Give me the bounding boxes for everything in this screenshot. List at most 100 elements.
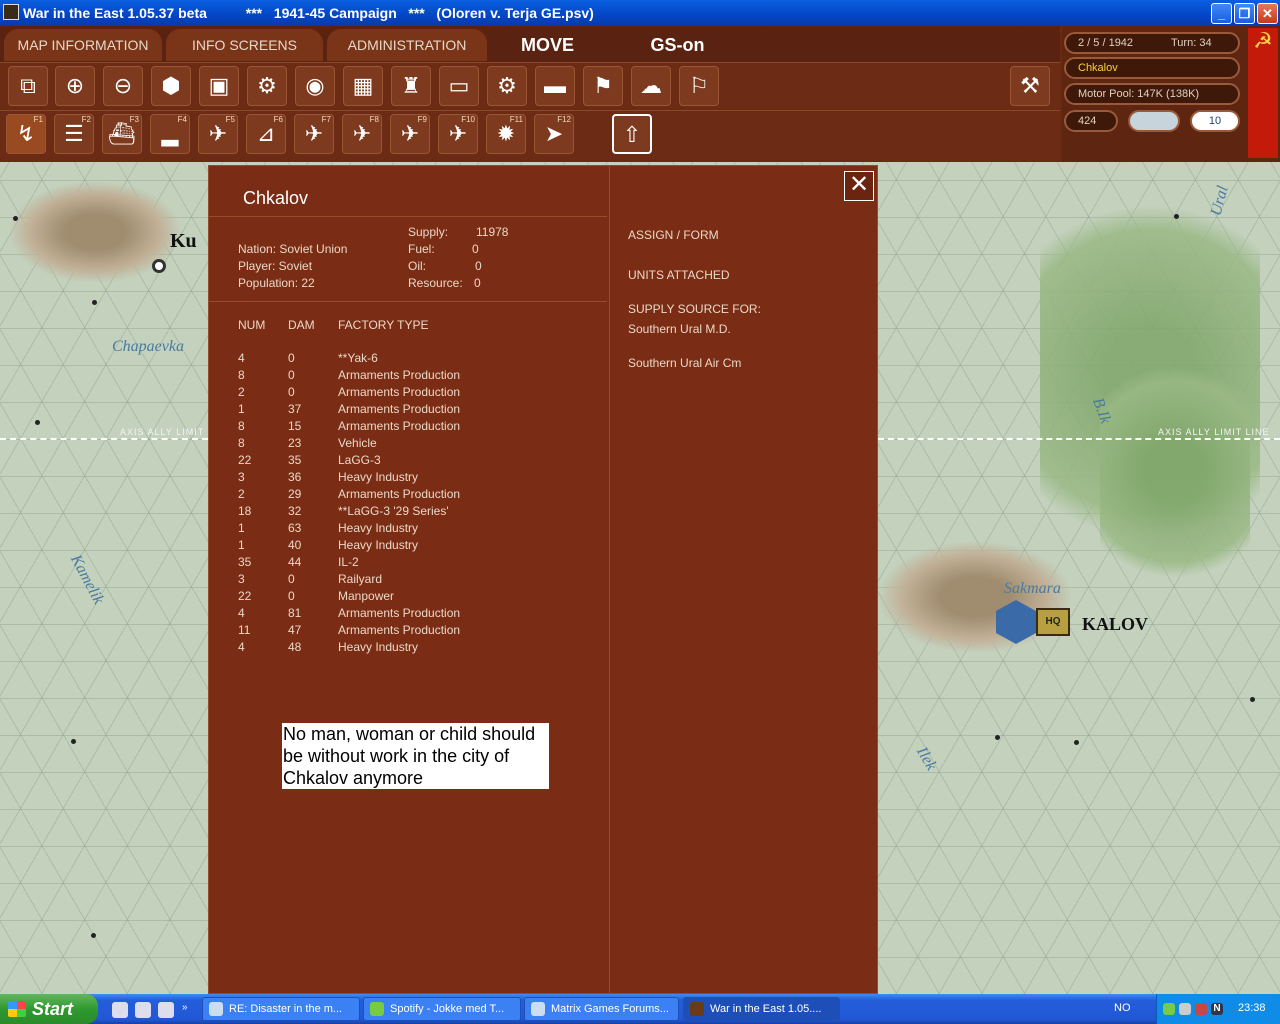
tank-icon[interactable]: ▬: [535, 66, 575, 106]
settings-icon[interactable]: ⚙: [487, 66, 527, 106]
hq-unit-counter[interactable]: HQ: [1036, 608, 1070, 636]
taskbar-item[interactable]: Spotify - Jokke med T...: [363, 997, 521, 1021]
attack-icon[interactable]: ✹ F11: [486, 114, 526, 154]
start-label: Start: [32, 999, 74, 1019]
ie-icon[interactable]: [135, 1002, 151, 1018]
factory-num: 8: [238, 368, 245, 382]
factory-dam: 15: [288, 419, 302, 433]
tab-info-screens[interactable]: INFO SCREENS: [166, 29, 323, 61]
weather-display: [1128, 110, 1180, 132]
forest-terrain: [1100, 342, 1250, 602]
weather-icon[interactable]: ☁: [631, 66, 671, 106]
shape-icon[interactable]: ◉: [295, 66, 335, 106]
paradrop-icon[interactable]: ✈ F9: [390, 114, 430, 154]
assign-form-link[interactable]: ASSIGN / FORM: [628, 228, 719, 242]
supply-target-item[interactable]: Southern Ural Air Cm: [628, 356, 741, 370]
factory-type: **Yak-6: [338, 351, 378, 365]
town-marker: [1174, 214, 1179, 219]
upload-icon[interactable]: ⇧: [612, 114, 652, 154]
tray-icon[interactable]: [1195, 1003, 1207, 1015]
factory-type: Railyard: [338, 572, 383, 586]
factory-type: Armaments Production: [338, 385, 461, 399]
factory-num: 4: [238, 351, 245, 365]
city-marker-kuibyshev[interactable]: [152, 259, 166, 273]
taskbar: Start » RE: Disaster in the m... Spotify…: [0, 994, 1280, 1024]
overlay-icon[interactable]: ⧉: [8, 66, 48, 106]
ship-icon[interactable]: ▂ F4: [150, 114, 190, 154]
factory-num: 22: [238, 453, 252, 467]
factory-type: LaGG-3: [338, 453, 381, 467]
factory-dam: 81: [288, 606, 302, 620]
map-label-kamelik: Kamelik: [66, 552, 108, 608]
town-marker: [995, 735, 1000, 740]
caption-note: No man, woman or child should be without…: [282, 723, 549, 789]
nation-text: Nation: Soviet Union: [238, 242, 348, 256]
supply-target-item[interactable]: Southern Ural M.D.: [628, 322, 731, 336]
maximize-button[interactable]: ❐: [1234, 3, 1255, 24]
table-row: 22 0 Manpower: [209, 589, 607, 606]
soviet-flag-icon: ☭: [1248, 28, 1278, 158]
unit-icon[interactable]: ▣: [199, 66, 239, 106]
table-row: 8 0 Armaments Production: [209, 368, 607, 385]
units-attached-link[interactable]: UNITS ATTACHED: [628, 268, 730, 282]
map-label-sakmara: Sakmara: [1004, 580, 1061, 597]
artillery-icon[interactable]: ⊿ F6: [246, 114, 286, 154]
flag-arrow-icon[interactable]: ⚑: [583, 66, 623, 106]
crossed-axes-icon[interactable]: ⚒: [1010, 66, 1050, 106]
start-button[interactable]: Start: [0, 994, 98, 1024]
hex-icon[interactable]: ⬢: [151, 66, 191, 106]
factory-icon[interactable]: ♜: [391, 66, 431, 106]
town-marker: [13, 216, 18, 221]
flag-icon[interactable]: ⚐: [679, 66, 719, 106]
air-strike-icon[interactable]: ✈ F7: [294, 114, 334, 154]
factory-num: 11: [238, 623, 251, 637]
factory-dam: 0: [288, 385, 295, 399]
move-mode-icon[interactable]: ↯ F1: [6, 114, 46, 154]
air-recon-icon[interactable]: ✈ F5: [198, 114, 238, 154]
rectangle-icon[interactable]: ▭: [439, 66, 479, 106]
spotify-tray-icon[interactable]: [1163, 1003, 1175, 1015]
tab-administration[interactable]: ADMINISTRATION: [327, 29, 487, 61]
task-label: War in the East 1.05....: [710, 1003, 822, 1015]
weather-value: 10: [1190, 110, 1240, 132]
naval-icon[interactable]: ⛴ F3: [102, 114, 142, 154]
factory-num: 2: [238, 487, 245, 501]
tray-icon[interactable]: [1179, 1003, 1191, 1015]
limit-line-label: AXIS ALLY LIMIT LINE: [1158, 427, 1270, 437]
table-row: 22 35 LaGG-3: [209, 453, 607, 470]
quick-launch-icon[interactable]: [158, 1002, 174, 1018]
gear-icon[interactable]: ⚙: [247, 66, 287, 106]
bomb-city-icon[interactable]: ✈ F8: [342, 114, 382, 154]
taskbar-item[interactable]: Matrix Games Forums...: [524, 997, 679, 1021]
quick-launch-icon[interactable]: [112, 1002, 128, 1018]
city-label-chkalov: KALOV: [1082, 614, 1149, 634]
task-label: Spotify - Jokke med T...: [390, 1003, 505, 1015]
next-unit-icon[interactable]: ➤ F12: [534, 114, 574, 154]
minimize-button[interactable]: _: [1211, 3, 1232, 24]
factory-dam: 63: [288, 521, 302, 535]
chart-icon[interactable]: ▦: [343, 66, 383, 106]
tab-map-information[interactable]: MAP INFORMATION: [4, 29, 162, 61]
zoom-out-icon[interactable]: ⊖: [103, 66, 143, 106]
close-dialog-button[interactable]: ✕: [844, 171, 874, 201]
resource-label: Resource:: [408, 276, 463, 290]
zoom-in-icon[interactable]: ⊕: [55, 66, 95, 106]
factory-num: 1: [238, 402, 245, 416]
gs-toggle-button[interactable]: GS-on: [630, 29, 725, 61]
table-row: 4 81 Armaments Production: [209, 606, 607, 623]
factory-num: 1: [238, 538, 245, 552]
date-turn-display: 2 / 5 / 1942 Turn: 34: [1064, 32, 1240, 54]
taskbar-item[interactable]: RE: Disaster in the m...: [202, 997, 360, 1021]
factory-num: 3: [238, 572, 245, 586]
rail-icon[interactable]: ☰ F2: [54, 114, 94, 154]
factory-type: Heavy Industry: [338, 470, 419, 484]
more-icon[interactable]: »: [182, 1002, 192, 1018]
factory-num: 35: [238, 555, 252, 569]
mode-move-button[interactable]: MOVE: [500, 29, 595, 61]
close-window-button[interactable]: ✕: [1257, 3, 1278, 24]
air-transfer-icon[interactable]: ✈ F10: [438, 114, 478, 154]
language-indicator[interactable]: NO: [1114, 1002, 1131, 1014]
tray-n-icon[interactable]: N: [1211, 1003, 1223, 1015]
supply-value: 11978: [476, 225, 509, 239]
taskbar-item-active[interactable]: War in the East 1.05....: [683, 997, 840, 1021]
